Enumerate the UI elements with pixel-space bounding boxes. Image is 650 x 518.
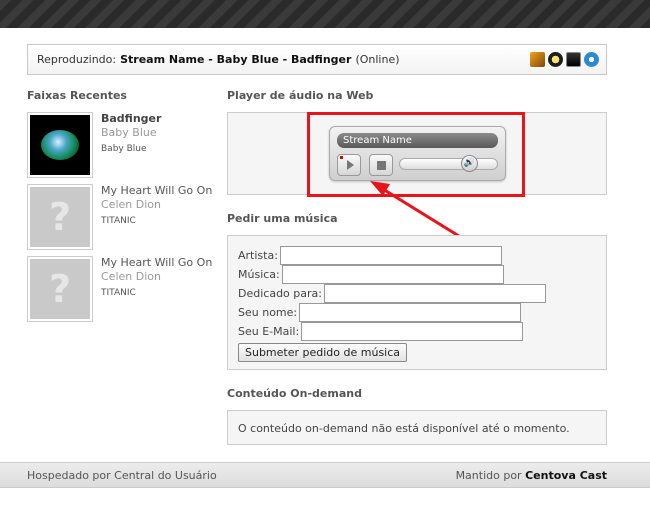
list-item: ? My Heart Will Go On Celen Dion TITANIC: [27, 254, 217, 326]
track-album: TITANIC: [101, 288, 136, 298]
track-title: My Heart Will Go On: [101, 184, 213, 197]
track-artist: Celen Dion: [101, 198, 161, 211]
track-album: Baby Blue: [101, 144, 147, 154]
track-artist: Celen Dion: [101, 270, 161, 283]
footer-maintained-label: Mantido por: [455, 469, 522, 482]
footer-hosted-by: Hospedado por Central do Usuário: [27, 469, 217, 482]
dedicated-input[interactable]: [323, 284, 546, 303]
name-row: Seu nome:: [238, 303, 522, 322]
recent-tracks-heading: Faixas Recentes: [27, 89, 127, 102]
winamp-icon[interactable]: [530, 52, 545, 67]
now-playing-track: Stream Name - Baby Blue - Badfinger: [120, 53, 352, 66]
song-row: Música:: [238, 265, 504, 284]
track-title: My Heart Will Go On: [101, 256, 213, 269]
footer-maintained-by: Mantido por Centova Cast: [456, 469, 607, 482]
ondemand-heading: Conteúdo On-demand: [227, 387, 362, 400]
track-title: Badfinger: [101, 112, 162, 125]
dedicated-label: Dedicado para:: [238, 287, 322, 300]
track-album: TITANIC: [101, 216, 136, 226]
now-playing-label: Reproduzindo:: [37, 53, 117, 66]
web-player-heading: Player de áudio na Web: [227, 89, 374, 102]
dedicated-row: Dedicado para:: [238, 284, 546, 303]
question-mark-icon: ?: [48, 267, 72, 311]
email-input[interactable]: [301, 322, 524, 341]
list-item: ? My Heart Will Go On Celen Dion TITANIC: [27, 182, 217, 254]
quicktime-icon[interactable]: [566, 52, 581, 67]
now-playing-bar: Reproduzindo: Stream Name - Baby Blue - …: [27, 44, 607, 75]
footer-brand-link[interactable]: Centova Cast: [525, 469, 607, 482]
realplayer-icon[interactable]: [584, 52, 599, 67]
annotation-highlight-box: [307, 112, 525, 197]
footer: Hospedado por Central do Usuário Mantido…: [0, 462, 650, 488]
question-mark-icon: ?: [48, 195, 72, 239]
top-banner: [0, 0, 650, 28]
song-input[interactable]: [281, 265, 504, 284]
ondemand-panel: O conteúdo on-demand não está disponível…: [227, 410, 607, 445]
email-row: Seu E-Mail:: [238, 322, 524, 341]
track-artist: Baby Blue: [101, 126, 157, 139]
stream-status: (Online): [355, 53, 400, 66]
artist-row: Artista:: [238, 246, 502, 265]
recent-tracks-list: Badfinger Baby Blue Baby Blue ? My Heart…: [27, 110, 217, 326]
album-cover: ?: [27, 184, 93, 250]
artist-input[interactable]: [279, 246, 502, 265]
media-player-icon[interactable]: [548, 52, 563, 67]
song-label: Música:: [238, 268, 280, 281]
player-launch-icons: [530, 52, 599, 67]
name-label: Seu nome:: [238, 306, 298, 319]
email-label: Seu E-Mail:: [238, 325, 300, 338]
list-item: Badfinger Baby Blue Baby Blue: [27, 110, 217, 182]
album-cover: [27, 112, 93, 178]
album-cover: ?: [27, 256, 93, 322]
ondemand-message: O conteúdo on-demand não está disponível…: [238, 422, 570, 435]
request-song-heading: Pedir uma música: [227, 212, 338, 225]
album-art-image: [41, 130, 79, 160]
song-request-form: Artista: Música: Dedicado para: Seu nome…: [227, 235, 607, 370]
submit-request-button[interactable]: Submeter pedido de música: [238, 343, 408, 362]
name-input[interactable]: [299, 303, 522, 322]
artist-label: Artista:: [238, 249, 278, 262]
